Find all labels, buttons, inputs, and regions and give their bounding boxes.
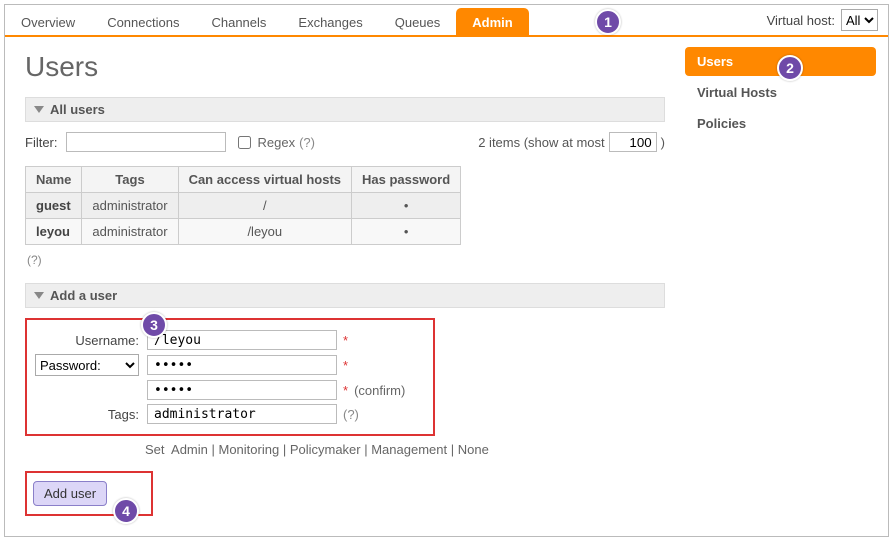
col-vhosts[interactable]: Can access virtual hosts (178, 167, 351, 193)
callout-3: 3 (141, 312, 167, 338)
admin-sidebar: Users Virtual Hosts Policies (685, 37, 888, 140)
set-label: Set (145, 442, 165, 457)
password-input[interactable] (147, 355, 337, 375)
cell-vhosts: /leyou (178, 219, 351, 245)
password-confirm-input[interactable] (147, 380, 337, 400)
filter-input[interactable] (66, 132, 226, 152)
users-table: Name Tags Can access virtual hosts Has p… (25, 166, 461, 245)
required-mark: * (343, 358, 348, 373)
cell-vhosts: / (178, 193, 351, 219)
cell-haspw: • (352, 193, 461, 219)
tab-channels[interactable]: Channels (195, 8, 282, 36)
section-all-users-label: All users (50, 102, 105, 117)
col-haspw[interactable]: Has password (352, 167, 461, 193)
filter-label: Filter: (25, 135, 58, 150)
vhost-label: Virtual host: (767, 13, 835, 28)
items-count-text: 2 items (show at most (478, 135, 604, 150)
callout-1: 1 (595, 9, 621, 35)
preset-admin[interactable]: Admin (171, 442, 208, 457)
regex-help-icon[interactable]: (?) (299, 135, 315, 150)
vhost-select[interactable]: All (841, 9, 878, 31)
table-row[interactable]: guest administrator / • (26, 193, 461, 219)
cell-name: guest (26, 193, 82, 219)
tab-connections[interactable]: Connections (91, 8, 195, 36)
callout-2: 2 (777, 55, 803, 81)
collapse-icon (34, 106, 44, 113)
table-help-icon[interactable]: (?) (27, 253, 665, 267)
preset-monitoring[interactable]: Monitoring (219, 442, 280, 457)
regex-checkbox[interactable] (238, 136, 251, 149)
page-size-input[interactable] (609, 132, 657, 152)
tab-overview[interactable]: Overview (5, 8, 91, 36)
items-count-close: ) (661, 135, 665, 150)
tab-admin[interactable]: Admin (456, 8, 528, 36)
section-add-user-label: Add a user (50, 288, 117, 303)
confirm-label: (confirm) (354, 383, 405, 398)
username-label: Username: (35, 333, 147, 348)
collapse-icon (34, 292, 44, 299)
section-all-users[interactable]: All users (25, 97, 665, 122)
nav-tabs: Overview Connections Channels Exchanges … (5, 4, 529, 36)
tags-label: Tags: (35, 407, 147, 422)
sidebar-item-policies[interactable]: Policies (685, 109, 876, 138)
cell-tags: administrator (82, 193, 178, 219)
cell-name: leyou (26, 219, 82, 245)
sidebar-item-vhosts[interactable]: Virtual Hosts (685, 78, 876, 107)
tags-help-icon[interactable]: (?) (343, 407, 359, 422)
col-name[interactable]: Name (26, 167, 82, 193)
tab-exchanges[interactable]: Exchanges (282, 8, 378, 36)
table-row[interactable]: leyou administrator /leyou • (26, 219, 461, 245)
password-mode-select[interactable]: Password: (35, 354, 139, 376)
preset-management[interactable]: Management (371, 442, 447, 457)
required-mark: * (343, 333, 348, 348)
add-user-button[interactable]: Add user (33, 481, 107, 506)
required-mark: * (343, 383, 348, 398)
cell-tags: administrator (82, 219, 178, 245)
col-tags[interactable]: Tags (82, 167, 178, 193)
add-user-form: Username: * Password: * * (25, 318, 435, 436)
tab-queues[interactable]: Queues (379, 8, 457, 36)
section-add-user[interactable]: Add a user (25, 283, 665, 308)
top-nav: Overview Connections Channels Exchanges … (5, 5, 888, 37)
tag-presets: Set Admin | Monitoring | Policymaker | M… (145, 442, 665, 457)
page-title: Users (25, 51, 665, 83)
preset-policymaker[interactable]: Policymaker (290, 442, 361, 457)
cell-haspw: • (352, 219, 461, 245)
regex-label: Regex (258, 135, 296, 150)
tags-input[interactable] (147, 404, 337, 424)
preset-none[interactable]: None (458, 442, 489, 457)
callout-4: 4 (113, 498, 139, 524)
username-input[interactable] (147, 330, 337, 350)
